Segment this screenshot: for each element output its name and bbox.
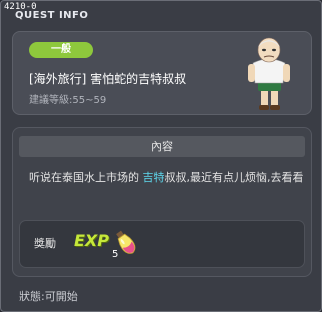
quest-description: 听说在泰国水上市场的 吉特叔叔,最近有点儿烦恼,去看看	[29, 168, 304, 187]
npc-portrait-icon	[248, 37, 290, 110]
item-quantity: 5	[112, 249, 119, 260]
description-text-1: 听说在泰国水上市场的	[29, 171, 143, 184]
recommended-level-value: 55~59	[72, 95, 107, 106]
npc-name-highlight: 吉特	[142, 171, 165, 184]
quest-content-panel: 內容 听说在泰国水上市场的 吉特叔叔,最近有点儿烦恼,去看看 獎勵 EXP 5	[12, 127, 312, 277]
status-value: 可開始	[44, 290, 78, 303]
quest-status: 狀態:可開始	[19, 288, 78, 304]
status-label: 狀態:	[19, 290, 45, 303]
description-text-2: 叔叔,最近有点儿烦恼,去看看	[164, 171, 304, 184]
exp-reward-icon: EXP	[74, 231, 109, 250]
quest-info-window: 4210-0 QUEST INFO 一般 [海外旅行] 害怕蛇的吉特叔叔 建議等…	[0, 0, 322, 312]
quest-title: [海外旅行] 害怕蛇的吉特叔叔	[29, 72, 187, 86]
quest-header-panel: 一般 [海外旅行] 害怕蛇的吉特叔叔 建議等級:55~59	[12, 31, 312, 115]
quest-category-badge: 一般	[29, 42, 93, 58]
recommended-level-label: 建議等級:	[29, 95, 73, 106]
reward-label: 獎勵	[34, 237, 56, 250]
recommended-level: 建議等級:55~59	[29, 91, 106, 106]
reward-section: 獎勵 EXP 5	[19, 220, 305, 268]
window-title: QUEST INFO	[15, 10, 89, 21]
content-header: 內容	[19, 136, 305, 157]
